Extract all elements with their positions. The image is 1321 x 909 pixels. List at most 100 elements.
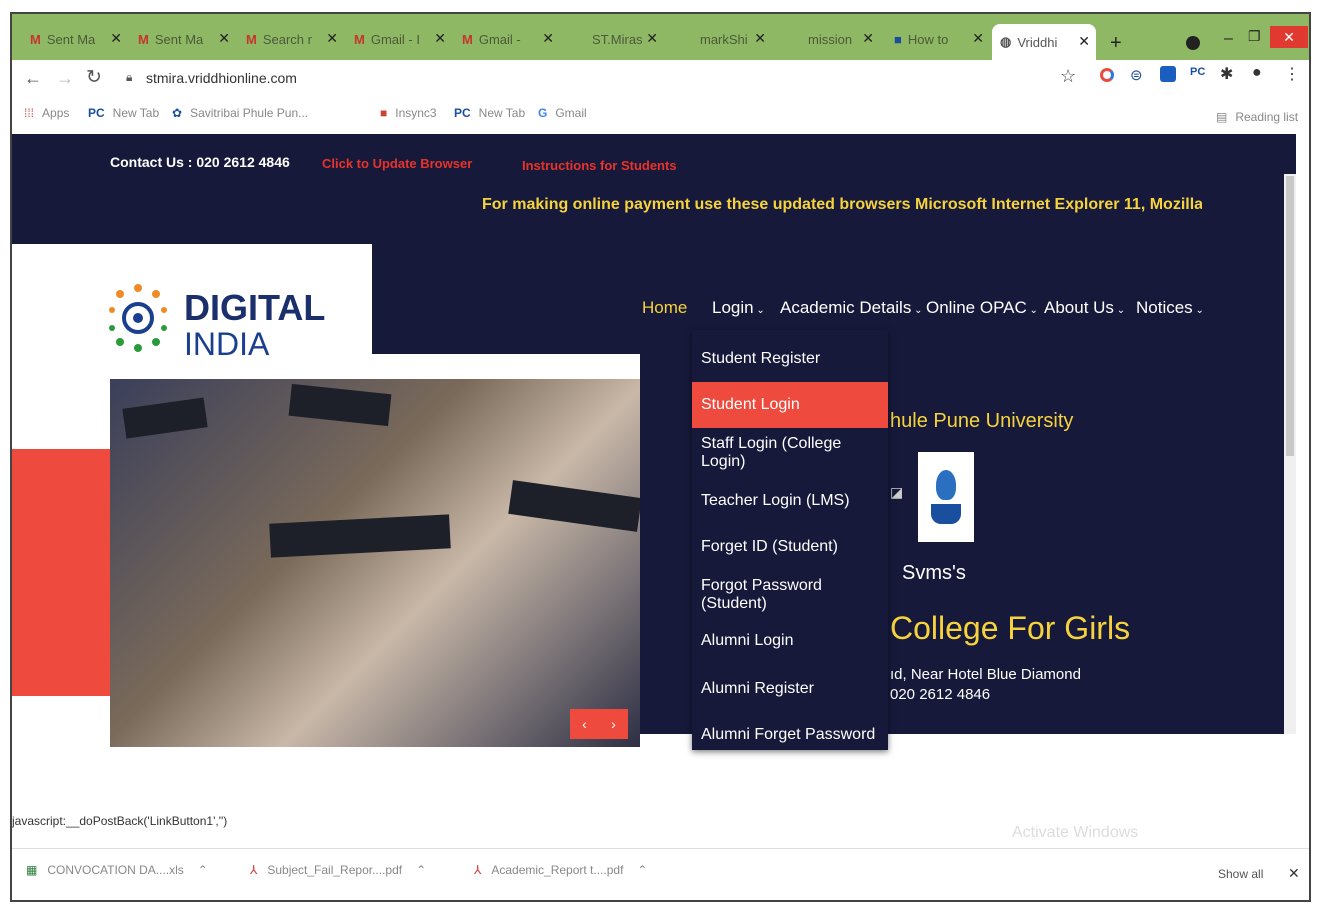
show-all-button[interactable]: Show all	[1218, 867, 1263, 881]
university-text: hule Pune University	[890, 410, 1074, 432]
reload-icon[interactable]: ↻	[86, 66, 102, 89]
extension-icon[interactable]: PC	[1190, 66, 1205, 78]
tab[interactable]: markShi ✕	[700, 26, 766, 52]
scrollbar[interactable]	[1284, 174, 1296, 734]
graduation-cap	[122, 397, 208, 439]
dropdown-item[interactable]: Forget ID (Student)	[692, 524, 888, 570]
browser-window: M Sent Ma ✕ M Sent Ma ✕ M Search r ✕ M Gmail - …	[10, 12, 1311, 902]
nav-notices[interactable]: Notices ⌄	[1136, 298, 1204, 318]
download-item[interactable]: ⅄ Academic_Report t....pdf ⌃	[474, 863, 647, 877]
close-icon[interactable]: ✕	[110, 30, 122, 47]
gmail-icon: M	[246, 31, 257, 47]
bookmark-item[interactable]: G Gmail	[538, 106, 587, 120]
dropdown-item[interactable]: Staff Login (College Login)	[692, 430, 888, 476]
chevron-up-icon[interactable]: ⌃	[198, 863, 208, 877]
menu-icon[interactable]: ⋮	[1284, 64, 1300, 84]
close-icon[interactable]: ✕	[972, 30, 984, 47]
address-bar[interactable]: stmira.vriddhionline.com	[146, 70, 297, 86]
bookmark-item[interactable]: ✿ Savitribai Phule Pun...	[172, 106, 308, 120]
accent-block	[12, 449, 110, 696]
dropdown-item[interactable]: Teacher Login (LMS)	[692, 478, 888, 524]
nav-login[interactable]: Login ⌄	[712, 298, 765, 318]
close-icon[interactable]: ✕	[862, 30, 874, 47]
dropdown-item[interactable]: Alumni Login	[692, 618, 888, 664]
tab[interactable]: M Gmail - ✕	[462, 26, 554, 52]
update-browser-link[interactable]: Click to Update Browser	[322, 156, 472, 171]
close-icon[interactable]: ✕	[1288, 865, 1300, 882]
download-bar: ▦ CONVOCATION DA....xls ⌃ ⅄ Subject_Fail_Re…	[12, 848, 1309, 900]
toolbar: ← → ↻ 🔒︎ stmira.vriddhionline.com ☆ ⊜ PC…	[12, 60, 1309, 100]
close-icon[interactable]: ✕	[646, 30, 658, 47]
tab[interactable]: ■ How to ✕	[894, 26, 984, 52]
bookmark-item[interactable]: PC New Tab	[88, 106, 159, 120]
chevron-up-icon[interactable]: ⌃	[416, 863, 426, 877]
close-icon[interactable]: ✕	[326, 30, 338, 47]
bookmarks-bar: ⁞⁞⁞ Apps PC New Tab ✿ Savitribai Phule Pun.…	[12, 100, 1309, 134]
tab[interactable]: M Gmail - I ✕	[354, 26, 446, 52]
puzzle-icon[interactable]: ✱	[1220, 64, 1233, 84]
nav-about[interactable]: About Us ⌄	[1044, 298, 1125, 318]
account-icon[interactable]: ●	[1252, 64, 1262, 82]
chevron-down-icon: ⌄	[1192, 305, 1204, 316]
download-item[interactable]: ▦ CONVOCATION DA....xls ⌃	[26, 863, 208, 877]
close-icon[interactable]: ✕	[542, 30, 554, 47]
lock-icon: 🔒︎	[126, 70, 133, 84]
close-icon[interactable]: ✕	[1078, 33, 1090, 50]
contact-text: Contact Us : 020 2612 4846	[110, 154, 290, 170]
dropdown-item[interactable]: Alumni Register	[692, 666, 888, 712]
close-icon[interactable]: ✕	[434, 30, 446, 47]
flame-shape	[936, 470, 956, 500]
tab[interactable]: mission ✕	[808, 26, 874, 52]
tab[interactable]: M Search r ✕	[246, 26, 338, 52]
bookmark-apps[interactable]: ⁞⁞⁞ Apps	[24, 106, 69, 120]
tab[interactable]: M Sent Ma ✕	[138, 26, 230, 52]
logo-line1: DIGITAL	[184, 287, 326, 328]
chevron-down-icon: ⌄	[1113, 305, 1126, 316]
dropdown-item[interactable]: Alumni Forget Password	[692, 712, 888, 758]
new-tab-icon[interactable]: +	[1110, 32, 1122, 55]
restore-icon[interactable]: ❐	[1248, 28, 1261, 45]
nav-academic[interactable]: Academic Details ⌄	[780, 298, 923, 318]
excel-file-icon: ▦	[26, 863, 38, 877]
pc-icon: PC	[454, 106, 471, 120]
bookmark-item[interactable]: ■ Insync3	[380, 106, 437, 120]
college-name: College For Girls	[890, 610, 1131, 646]
login-dropdown: Student Register Student Login Staff Log…	[692, 330, 888, 750]
tab-active[interactable]: ◍ Vriddhi ✕	[992, 24, 1096, 60]
chevron-left-icon[interactable]: ‹	[582, 716, 587, 732]
chevron-right-icon[interactable]: ›	[611, 716, 616, 732]
reading-list[interactable]: ▤ Reading list	[1216, 110, 1298, 124]
digital-india-logo-icon	[109, 284, 167, 352]
minimize-icon[interactable]: –	[1224, 30, 1233, 48]
close-icon[interactable]: ✕	[754, 30, 766, 47]
dropdown-item[interactable]: Forgot Password (Student)	[692, 572, 888, 618]
google-icon: G	[538, 106, 548, 120]
download-item[interactable]: ⅄ Subject_Fail_Repor....pdf ⌃	[250, 863, 426, 877]
bookmark-item[interactable]: PC New Tab	[454, 106, 525, 120]
back-icon[interactable]: ←	[24, 68, 42, 89]
slider-arrows[interactable]: ‹ ›	[570, 709, 628, 739]
gmail-icon: M	[30, 31, 41, 47]
scrollbar-thumb[interactable]	[1286, 176, 1294, 456]
emblem-icon: ✿	[172, 106, 183, 120]
tab[interactable]: M Sent Ma ✕	[30, 26, 122, 52]
top-bar: Contact Us : 020 2612 4846 Click to Upda…	[12, 134, 1296, 244]
extension-icon[interactable]	[1160, 66, 1176, 82]
lamp-shape	[931, 504, 961, 524]
close-icon[interactable]: ✕	[218, 30, 230, 47]
chevron-down-icon: ⌄	[911, 305, 923, 316]
instructions-link[interactable]: Instructions for Students	[522, 158, 677, 173]
close-window-icon[interactable]: ✕	[1270, 26, 1308, 48]
logo-line2: INDIA	[184, 326, 270, 362]
forward-icon[interactable]: →	[56, 68, 74, 89]
nav-opac[interactable]: Online OPAC ⌄	[926, 298, 1038, 318]
chevron-up-icon[interactable]: ⌃	[637, 863, 647, 877]
extension-icon[interactable]: ⊜	[1130, 66, 1143, 84]
extension-icon[interactable]	[1100, 68, 1114, 82]
dropdown-item[interactable]: Student Register	[692, 336, 888, 382]
dropdown-item-active[interactable]: Student Login	[692, 382, 888, 428]
profile-dot-icon[interactable]	[1186, 36, 1200, 50]
tab[interactable]: ST.Miras ✕	[592, 26, 658, 52]
star-icon[interactable]: ☆	[1060, 66, 1076, 87]
nav-home[interactable]: Home	[642, 298, 687, 318]
